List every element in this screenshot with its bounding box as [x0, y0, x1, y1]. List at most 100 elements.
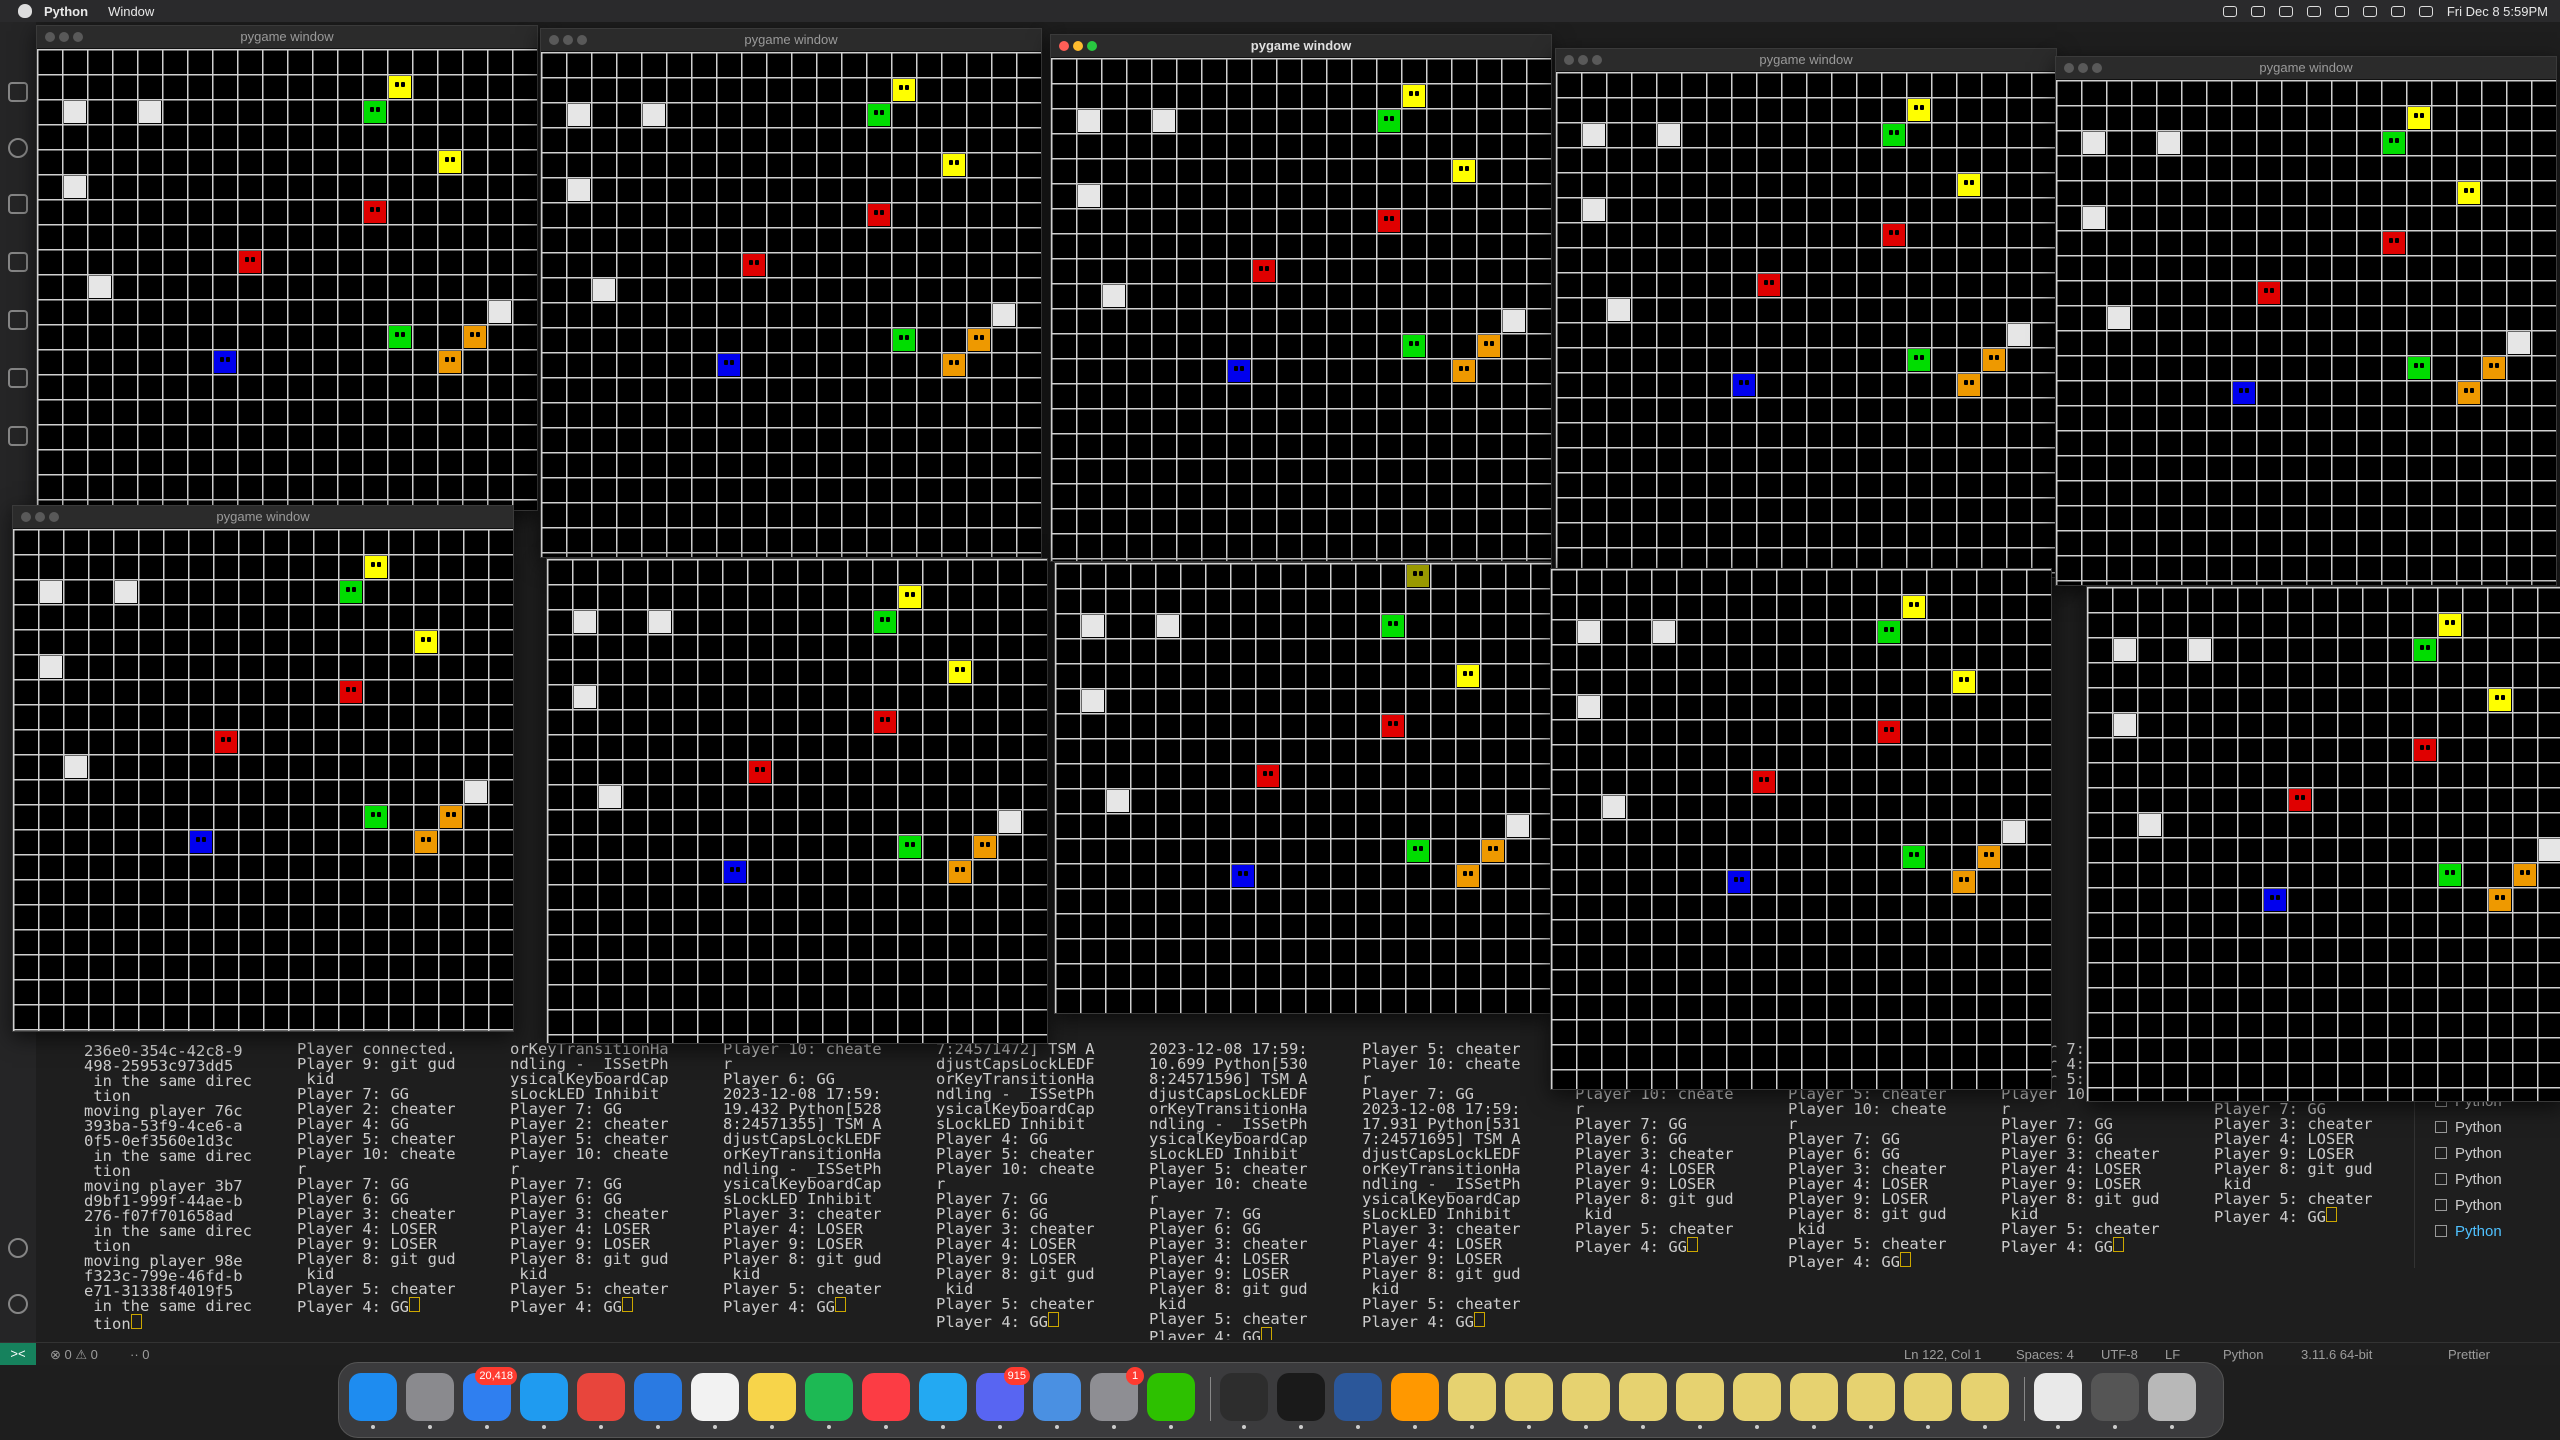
terminal-column[interactable]: orKeyTransitionHa ndling - _ISSetPh ysic…	[510, 1041, 710, 1340]
downloads-stack-icon[interactable]	[2091, 1373, 2139, 1429]
window-titlebar[interactable]: pygame window	[37, 26, 537, 49]
pygame-window[interactable]: pygame window	[540, 28, 1042, 558]
terminal-list-item[interactable]: Python	[2415, 1140, 2555, 1166]
testing-icon[interactable]	[8, 426, 28, 446]
run-debug-icon[interactable]	[8, 252, 28, 272]
ports-count[interactable]: ·· 0	[130, 1347, 150, 1362]
game-board[interactable]	[13, 529, 513, 1031]
game-board[interactable]	[2056, 80, 2556, 585]
pygame-window[interactable]	[546, 558, 1048, 1044]
python-icon[interactable]	[1733, 1373, 1781, 1429]
pygame-window[interactable]: pygame window	[36, 25, 538, 511]
terminal-list-item[interactable]: Python	[2415, 1218, 2555, 1244]
window-titlebar[interactable]: pygame window	[541, 29, 1041, 52]
line-ending[interactable]: LF	[2165, 1347, 2180, 1362]
game-board[interactable]	[547, 559, 1047, 1043]
notion-icon[interactable]	[691, 1373, 739, 1429]
spotify-icon[interactable]	[805, 1373, 853, 1429]
pygame-window[interactable]: pygame window	[12, 505, 514, 1032]
pygame-window[interactable]: pygame window	[1555, 48, 2057, 578]
control-center-icon[interactable]	[2418, 5, 2433, 17]
game-board[interactable]	[1055, 563, 1551, 1013]
python-icon[interactable]	[1448, 1373, 1496, 1429]
game-board[interactable]	[1051, 58, 1551, 561]
terminal-panel[interactable]: 236e0-354c-42c8-9 498-25953c973dd5 in th…	[40, 1020, 2420, 1340]
pygame-window[interactable]: pygame window	[1050, 34, 1552, 562]
music-icon[interactable]	[862, 1373, 910, 1429]
menu-clock[interactable]: Fri Dec 8 5:59PM	[2447, 4, 2548, 19]
document-icon[interactable]	[2034, 1373, 2082, 1429]
apple-icon[interactable]	[18, 4, 32, 18]
game-board[interactable]	[1551, 569, 2051, 1089]
discord-icon[interactable]: 915	[976, 1367, 1030, 1429]
game-board[interactable]	[2087, 587, 2560, 1101]
search-icon[interactable]	[8, 138, 28, 158]
menu-window[interactable]: Window	[108, 4, 154, 19]
wechat-icon[interactable]	[1147, 1373, 1195, 1429]
problems-count[interactable]: ⊗ 0 ⚠ 0	[50, 1347, 98, 1363]
python-icon[interactable]	[1505, 1373, 1553, 1429]
pygame-window[interactable]	[1550, 568, 2052, 1090]
terminal-column[interactable]: 236e0-354c-42c8-9 498-25953c973dd5 in th…	[84, 1043, 284, 1340]
terminal-column[interactable]: Player 5: cheater Player 10: cheate r Pl…	[1362, 1041, 1562, 1340]
activity-monitor-icon[interactable]	[1220, 1373, 1268, 1429]
window-titlebar[interactable]: pygame window	[1051, 35, 1551, 58]
manage-gear-icon[interactable]	[8, 1294, 28, 1314]
terminal-column[interactable]: 7:24571472] TSM A djustCapsLockLEDF orKe…	[936, 1041, 1136, 1340]
battery-icon[interactable]	[2306, 5, 2321, 17]
python-icon[interactable]	[1961, 1373, 2009, 1429]
system-settings-icon[interactable]: 1	[1090, 1367, 1144, 1429]
python-icon[interactable]	[1619, 1373, 1667, 1429]
menu-app-name[interactable]: Python	[44, 4, 88, 19]
wifi-icon[interactable]	[2390, 5, 2405, 17]
finder-icon[interactable]	[349, 1373, 397, 1429]
mail-icon[interactable]: 20,418	[463, 1367, 517, 1429]
safari-icon[interactable]	[520, 1373, 568, 1429]
input-source-icon[interactable]	[2334, 5, 2349, 17]
explorer-icon[interactable]	[8, 82, 28, 102]
chrome-icon[interactable]	[577, 1373, 625, 1429]
python-icon[interactable]	[1562, 1373, 1610, 1429]
account-icon[interactable]	[8, 1238, 28, 1258]
vscode-icon[interactable]	[919, 1373, 967, 1429]
play-icon[interactable]	[2362, 5, 2377, 17]
terminal-column[interactable]: Player connected. Player 9: git gud kid …	[297, 1041, 497, 1340]
window-titlebar[interactable]: pygame window	[2056, 57, 2556, 80]
remote-explorer-icon[interactable]	[8, 368, 28, 388]
wechat-work-icon[interactable]	[634, 1373, 682, 1429]
python-icon[interactable]	[1676, 1373, 1724, 1429]
volume-icon[interactable]	[2222, 5, 2237, 17]
terminal-list-item[interactable]: Python	[2415, 1192, 2555, 1218]
extensions-icon[interactable]	[8, 310, 28, 330]
launchpad-icon[interactable]	[406, 1373, 454, 1429]
game-board[interactable]	[541, 52, 1041, 557]
remote-indicator-icon[interactable]: ><	[0, 1343, 36, 1365]
notes-icon[interactable]	[748, 1373, 796, 1429]
pygame-window[interactable]: pygame window	[2055, 56, 2557, 586]
trash-icon[interactable]	[2148, 1373, 2196, 1429]
terminal-icon[interactable]	[1277, 1373, 1325, 1429]
pygame-window[interactable]	[2086, 586, 2560, 1102]
terminal-list-item[interactable]: Python	[2415, 1114, 2555, 1140]
game-board[interactable]	[37, 49, 537, 510]
window-titlebar[interactable]: pygame window	[1556, 49, 2056, 72]
sublime-text-icon[interactable]	[1391, 1373, 1439, 1429]
python-interpreter[interactable]: 3.11.6 64-bit	[2301, 1347, 2372, 1362]
terminal-list-item[interactable]: Python	[2415, 1166, 2555, 1192]
wechat-icon[interactable]	[2278, 5, 2293, 17]
window-titlebar[interactable]: pygame window	[13, 506, 513, 529]
python-icon[interactable]	[1904, 1373, 1952, 1429]
source-control-icon[interactable]	[8, 194, 28, 214]
game-board[interactable]	[1556, 72, 2056, 577]
language-mode[interactable]: Python	[2223, 1347, 2263, 1362]
preview-icon[interactable]	[1033, 1373, 1081, 1429]
indentation[interactable]: Spaces: 4	[2016, 1347, 2074, 1362]
python-icon[interactable]	[1847, 1373, 1895, 1429]
pygame-window[interactable]	[1054, 562, 1552, 1014]
python-icon[interactable]	[1790, 1373, 1838, 1429]
prettier-status[interactable]: Prettier	[2448, 1347, 2490, 1362]
cursor-position[interactable]: Ln 122, Col 1	[1904, 1347, 1981, 1362]
encoding[interactable]: UTF-8	[2101, 1347, 2138, 1362]
screenshot-icon[interactable]	[2250, 5, 2265, 17]
terminal-column[interactable]: 2023-12-08 17:59: 10.699 Python[530 8:24…	[1149, 1041, 1349, 1340]
